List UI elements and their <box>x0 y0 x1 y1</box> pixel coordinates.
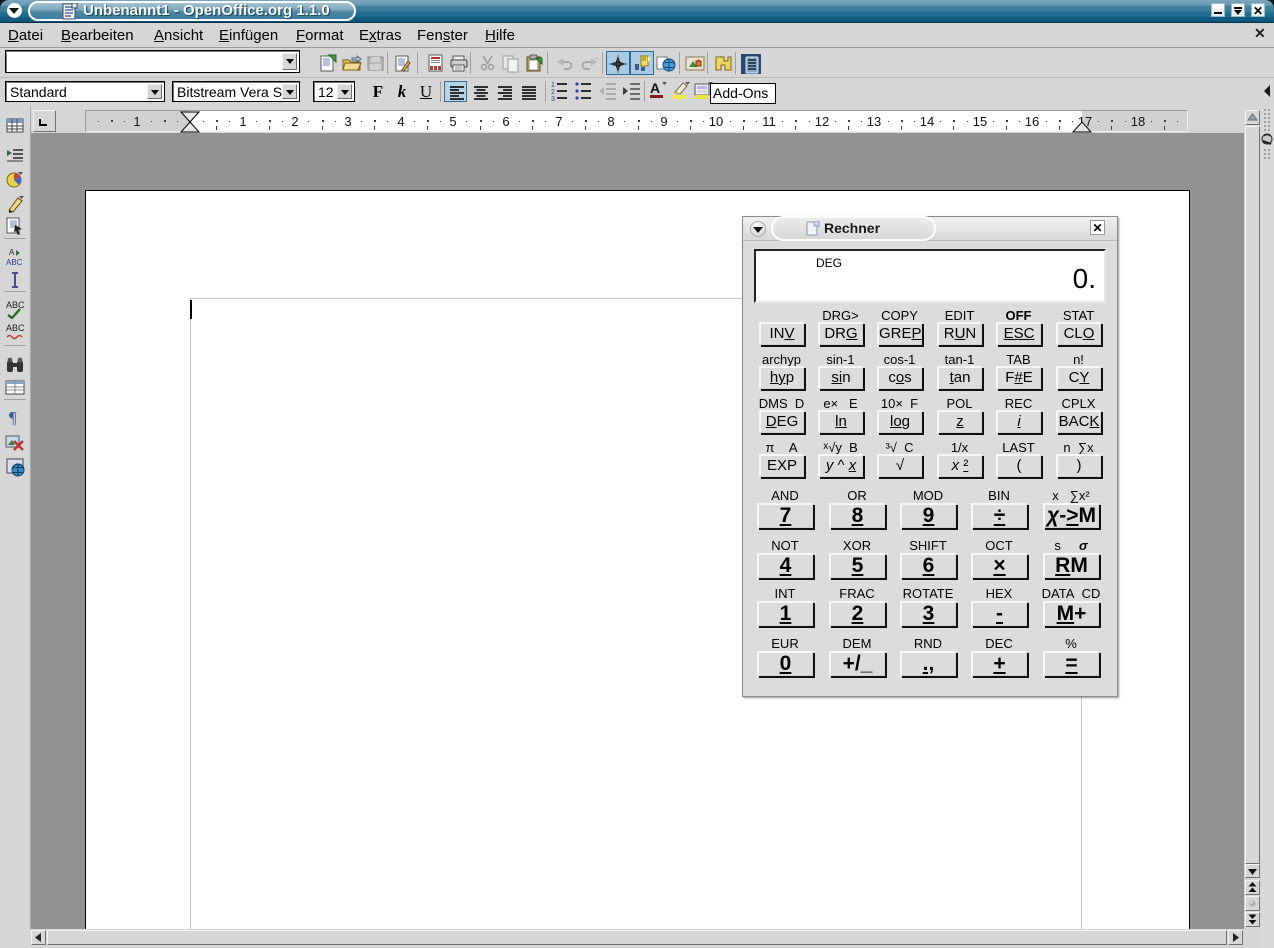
svg-text:1: 1 <box>551 82 555 89</box>
svg-text:A: A <box>650 80 660 96</box>
svg-text:ABC: ABC <box>6 323 25 333</box>
svg-text:ABC: ABC <box>6 300 25 310</box>
svg-text:A: A <box>9 248 15 257</box>
svg-text:3: 3 <box>551 96 555 103</box>
svg-text:ABC: ABC <box>6 258 23 267</box>
svg-text:2: 2 <box>551 89 555 96</box>
svg-text:¶: ¶ <box>9 408 17 427</box>
